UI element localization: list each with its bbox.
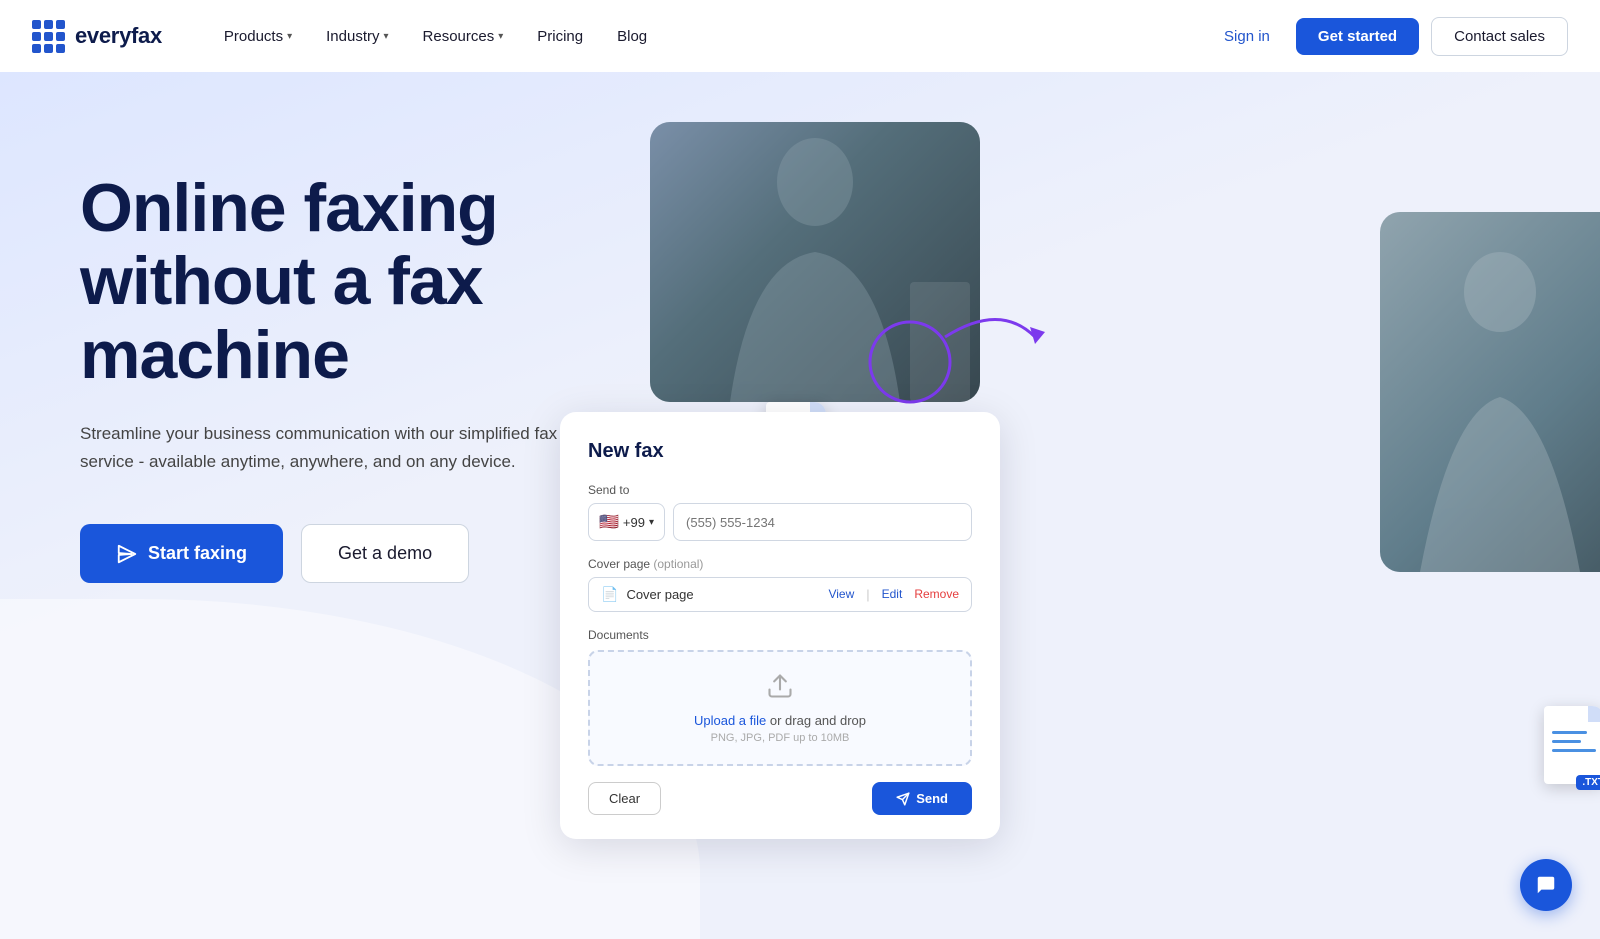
upload-or: or drag and drop [770, 713, 866, 728]
country-chevron-icon: ▾ [649, 517, 654, 528]
send-to-label: Send to [588, 483, 972, 497]
send-button[interactable]: Send [872, 782, 972, 815]
documents-label: Documents [588, 628, 972, 642]
send-icon [896, 792, 910, 806]
doctor-photo [1380, 212, 1600, 572]
contact-sales-button[interactable]: Contact sales [1431, 17, 1568, 56]
file-dropzone[interactable]: Upload a file or drag and drop PNG, JPG,… [588, 650, 972, 766]
fax-modal: New fax Send to 🇺🇸 +99 ▾ Cover page (opt… [560, 412, 1000, 839]
document-icon: 📄 [601, 586, 618, 603]
chevron-down-icon: ▾ [287, 31, 292, 42]
nav-actions: Sign in Get started Contact sales [1210, 17, 1568, 56]
view-button[interactable]: View [828, 587, 854, 602]
txt-badge: .TXT [1538, 696, 1600, 784]
nav-item-blog[interactable]: Blog [603, 20, 661, 53]
hero-title: Online faxing without a fax machine [80, 172, 560, 392]
fax-footer: Clear Send [588, 782, 972, 815]
chevron-down-icon: ▾ [498, 31, 503, 42]
clear-button[interactable]: Clear [588, 782, 661, 815]
nav-item-pricing[interactable]: Pricing [523, 20, 597, 53]
fab-button[interactable] [1520, 859, 1572, 911]
edit-button[interactable]: Edit [882, 587, 903, 602]
doctor-silhouette [1380, 212, 1600, 572]
cover-page-value: Cover page [626, 587, 693, 602]
cover-page-label: Cover page (optional) [588, 557, 972, 571]
logo[interactable]: everyfax [32, 20, 162, 53]
hero-subtitle: Streamline your business communication w… [80, 420, 560, 476]
country-selector[interactable]: 🇺🇸 +99 ▾ [588, 503, 665, 541]
navigation: everyfax Products ▾ Industry ▾ Resources… [0, 0, 1600, 72]
nav-item-resources[interactable]: Resources ▾ [409, 20, 518, 53]
flag-icon: 🇺🇸 [599, 512, 619, 532]
cover-page-row: 📄 Cover page View | Edit Remove [588, 577, 972, 612]
nav-item-industry[interactable]: Industry ▾ [312, 20, 402, 53]
get-started-button[interactable]: Get started [1296, 18, 1419, 55]
upload-link[interactable]: Upload a file [694, 713, 766, 728]
chat-icon [1535, 874, 1557, 896]
cover-actions: View | Edit Remove [828, 587, 959, 602]
paper-plane-icon [116, 543, 138, 565]
nav-item-products[interactable]: Products ▾ [210, 20, 306, 53]
hero-right: .DOC .PDF [620, 72, 1600, 939]
signin-button[interactable]: Sign in [1210, 20, 1284, 53]
hero-section: Online faxing without a fax machine Stre… [0, 72, 1600, 939]
fax-modal-title: New fax [588, 440, 972, 463]
logo-name: everyfax [75, 23, 162, 49]
upload-icon [610, 672, 950, 707]
optional-label: (optional) [653, 557, 703, 571]
hero-buttons: Start faxing Get a demo [80, 524, 560, 583]
nav-links: Products ▾ Industry ▾ Resources ▾ Pricin… [210, 20, 1210, 53]
logo-grid [32, 20, 65, 53]
remove-button[interactable]: Remove [914, 587, 959, 602]
get-demo-button[interactable]: Get a demo [301, 524, 469, 583]
phone-row: 🇺🇸 +99 ▾ [588, 503, 972, 541]
upload-text: Upload a file or drag and drop [610, 713, 950, 728]
hero-left: Online faxing without a fax machine Stre… [0, 72, 620, 643]
purple-arrow-annotation [850, 282, 1070, 422]
phone-input[interactable] [673, 503, 972, 541]
start-faxing-button[interactable]: Start faxing [80, 524, 283, 583]
country-code: +99 [623, 515, 645, 530]
txt-label: .TXT [1576, 775, 1600, 790]
chevron-down-icon: ▾ [384, 31, 389, 42]
upload-hint: PNG, JPG, PDF up to 10MB [610, 732, 950, 744]
